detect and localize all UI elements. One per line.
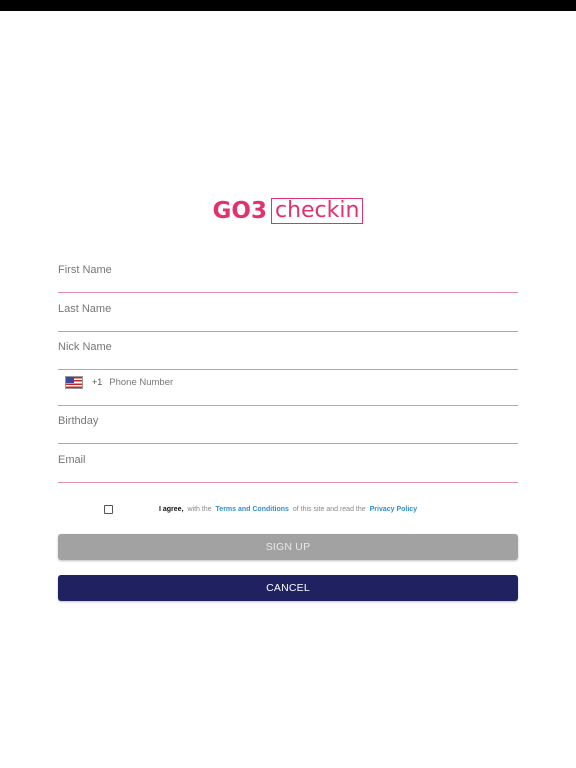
agreement-row: I agree, with the Terms and Conditions o… bbox=[104, 503, 419, 515]
privacy-link[interactable]: Privacy Policy bbox=[370, 506, 417, 513]
agree-checkbox[interactable] bbox=[104, 504, 113, 514]
status-bar bbox=[0, 0, 576, 11]
phone-field[interactable]: +1 bbox=[58, 368, 518, 406]
sign-up-button[interactable]: SIGN UP bbox=[58, 534, 518, 560]
us-flag-icon[interactable] bbox=[65, 375, 83, 389]
agree-label: I agree, bbox=[159, 505, 184, 513]
app-logo: GO3 checkin bbox=[0, 198, 576, 224]
country-code[interactable]: +1 bbox=[92, 377, 102, 387]
nick-name-input[interactable] bbox=[58, 337, 518, 357]
agreement-text: I agree, with the Terms and Conditions o… bbox=[159, 506, 419, 513]
nick-name-field[interactable] bbox=[58, 332, 518, 370]
logo-boxed-text: checkin bbox=[270, 198, 364, 224]
logo-prefix: GO3 bbox=[212, 198, 267, 224]
birthday-field[interactable] bbox=[58, 406, 518, 444]
birthday-input[interactable] bbox=[58, 411, 518, 431]
first-name-field[interactable] bbox=[58, 255, 518, 293]
phone-number-input[interactable] bbox=[109, 373, 518, 391]
last-name-field[interactable] bbox=[58, 294, 518, 332]
cancel-button[interactable]: CANCEL bbox=[58, 575, 518, 601]
agree-with-the: with the bbox=[187, 505, 212, 513]
first-name-input[interactable] bbox=[58, 260, 518, 280]
email-field[interactable] bbox=[58, 445, 518, 483]
terms-link[interactable]: Terms and Conditions bbox=[216, 506, 289, 513]
agree-of-this-site: of this site and read the bbox=[292, 505, 366, 513]
last-name-input[interactable] bbox=[58, 299, 518, 319]
phone-row: +1 bbox=[58, 372, 518, 392]
email-input[interactable] bbox=[58, 450, 518, 470]
